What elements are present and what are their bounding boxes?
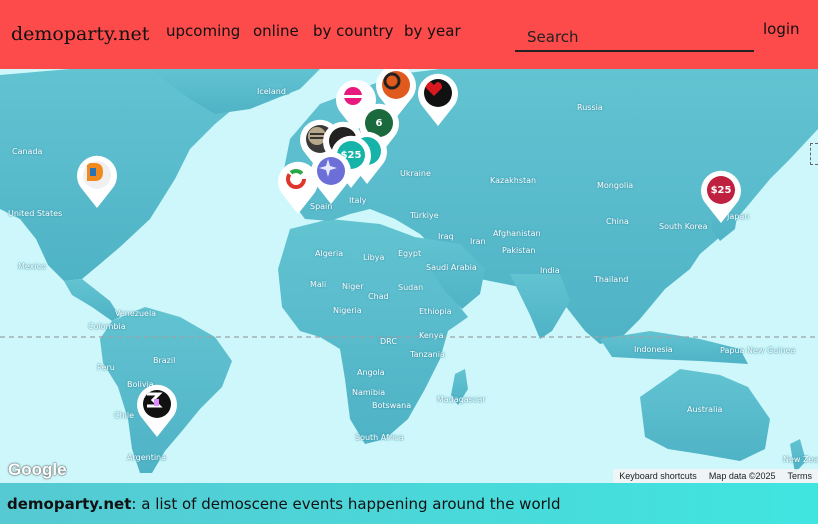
label-chile: Chile (114, 411, 135, 420)
label-mongolia: Mongolia (597, 181, 634, 190)
sparkle-icon (317, 157, 345, 185)
label-sudan: Sudan (398, 283, 424, 292)
label-pakistan: Pakistan (502, 246, 536, 255)
label-namibia: Namibia (352, 388, 386, 397)
map-data-text: Map data ©2025 (708, 471, 776, 481)
event-logo-icon (143, 390, 171, 418)
label-mali: Mali (310, 280, 327, 289)
keyboard-shortcuts-link[interactable]: Keyboard shortcuts (619, 471, 697, 481)
event-marker-argentina[interactable] (136, 384, 178, 438)
pixel-heart-icon (424, 79, 452, 107)
event-marker-eastern-europe[interactable] (417, 73, 459, 127)
nav-upcoming[interactable]: upcoming (166, 22, 240, 40)
label-south-africa: South Africa (355, 433, 404, 442)
login-link[interactable]: login (763, 20, 800, 38)
label-libya: Libya (363, 253, 385, 262)
google-logo[interactable]: Google (8, 460, 67, 480)
footer-brand: demoparty.net (7, 494, 132, 513)
label-afghanistan: Afghanistan (493, 229, 541, 238)
label-china: China (606, 217, 629, 226)
label-kazakhstan: Kazakhstan (490, 176, 537, 185)
label-ukraine: Ukraine (400, 169, 431, 178)
label-iran: Iran (470, 237, 486, 246)
search-input[interactable] (515, 18, 754, 50)
fullscreen-control[interactable] (810, 143, 818, 165)
top-bar: demoparty.net upcoming online by country… (0, 0, 818, 69)
event-logo-icon (83, 161, 111, 189)
event-marker-usa[interactable] (76, 155, 118, 209)
label-venezuela: Venezuela (115, 309, 157, 318)
search-box (515, 18, 754, 52)
label-new-zealand: New Zealand (783, 455, 818, 464)
label-madagascar: Madagascar (437, 395, 486, 404)
label-nigeria: Nigeria (333, 306, 362, 315)
label-saudi-arabia: Saudi Arabia (426, 263, 477, 272)
label-australia: Australia (687, 405, 723, 414)
footer-bar: demoparty.net : a list of demoscene even… (0, 483, 818, 524)
terms-link[interactable]: Terms (788, 471, 813, 481)
label-tanzania: Tanzania (410, 350, 445, 359)
label-turkiye: Türkiye (410, 211, 439, 220)
label-niger: Niger (342, 282, 364, 291)
label-papua-new-guinea: Papua New Guinea (720, 346, 796, 355)
label-kenya: Kenya (419, 331, 444, 340)
world-map[interactable]: Iceland Russia Canada United States Mexi… (0, 69, 818, 483)
label-canada: Canada (12, 147, 43, 156)
label-angola: Angola (357, 368, 385, 377)
label-argentina: Argentina (127, 453, 167, 462)
label-algeria: Algeria (315, 249, 344, 258)
label-iraq: Iraq (438, 232, 454, 241)
label-ethiopia: Ethiopia (419, 307, 452, 316)
label-indonesia: Indonesia (634, 345, 673, 354)
label-mexico: Mexico (18, 262, 46, 271)
price-badge: $25 (707, 176, 735, 204)
map-attribution: Keyboard shortcuts Map data ©2025 Terms (613, 469, 818, 483)
event-marker-spain[interactable] (277, 161, 319, 215)
label-brazil: Brazil (153, 356, 176, 365)
map-base (0, 69, 818, 483)
label-egypt: Egypt (398, 249, 422, 258)
nav-by-country[interactable]: by country (313, 22, 394, 40)
label-chad: Chad (368, 292, 389, 301)
label-iceland: Iceland (257, 87, 286, 96)
label-botswana: Botswana (372, 401, 412, 410)
label-drc: DRC (380, 337, 397, 346)
label-russia: Russia (577, 103, 603, 112)
label-thailand: Thailand (594, 275, 629, 284)
nav-by-year[interactable]: by year (404, 22, 461, 40)
label-india: India (540, 266, 560, 275)
site-logo[interactable]: demoparty.net (11, 23, 149, 45)
label-colombia: Colombia (88, 322, 126, 331)
event-logo-icon (382, 71, 410, 99)
nav-online[interactable]: online (253, 22, 299, 40)
event-marker-japan[interactable]: $25 (700, 170, 742, 224)
label-peru: Peru (97, 363, 115, 372)
ring-logo-icon (284, 167, 312, 195)
footer-tagline: : a list of demoscene events happening a… (131, 494, 561, 513)
label-united-states: United States (8, 209, 63, 218)
